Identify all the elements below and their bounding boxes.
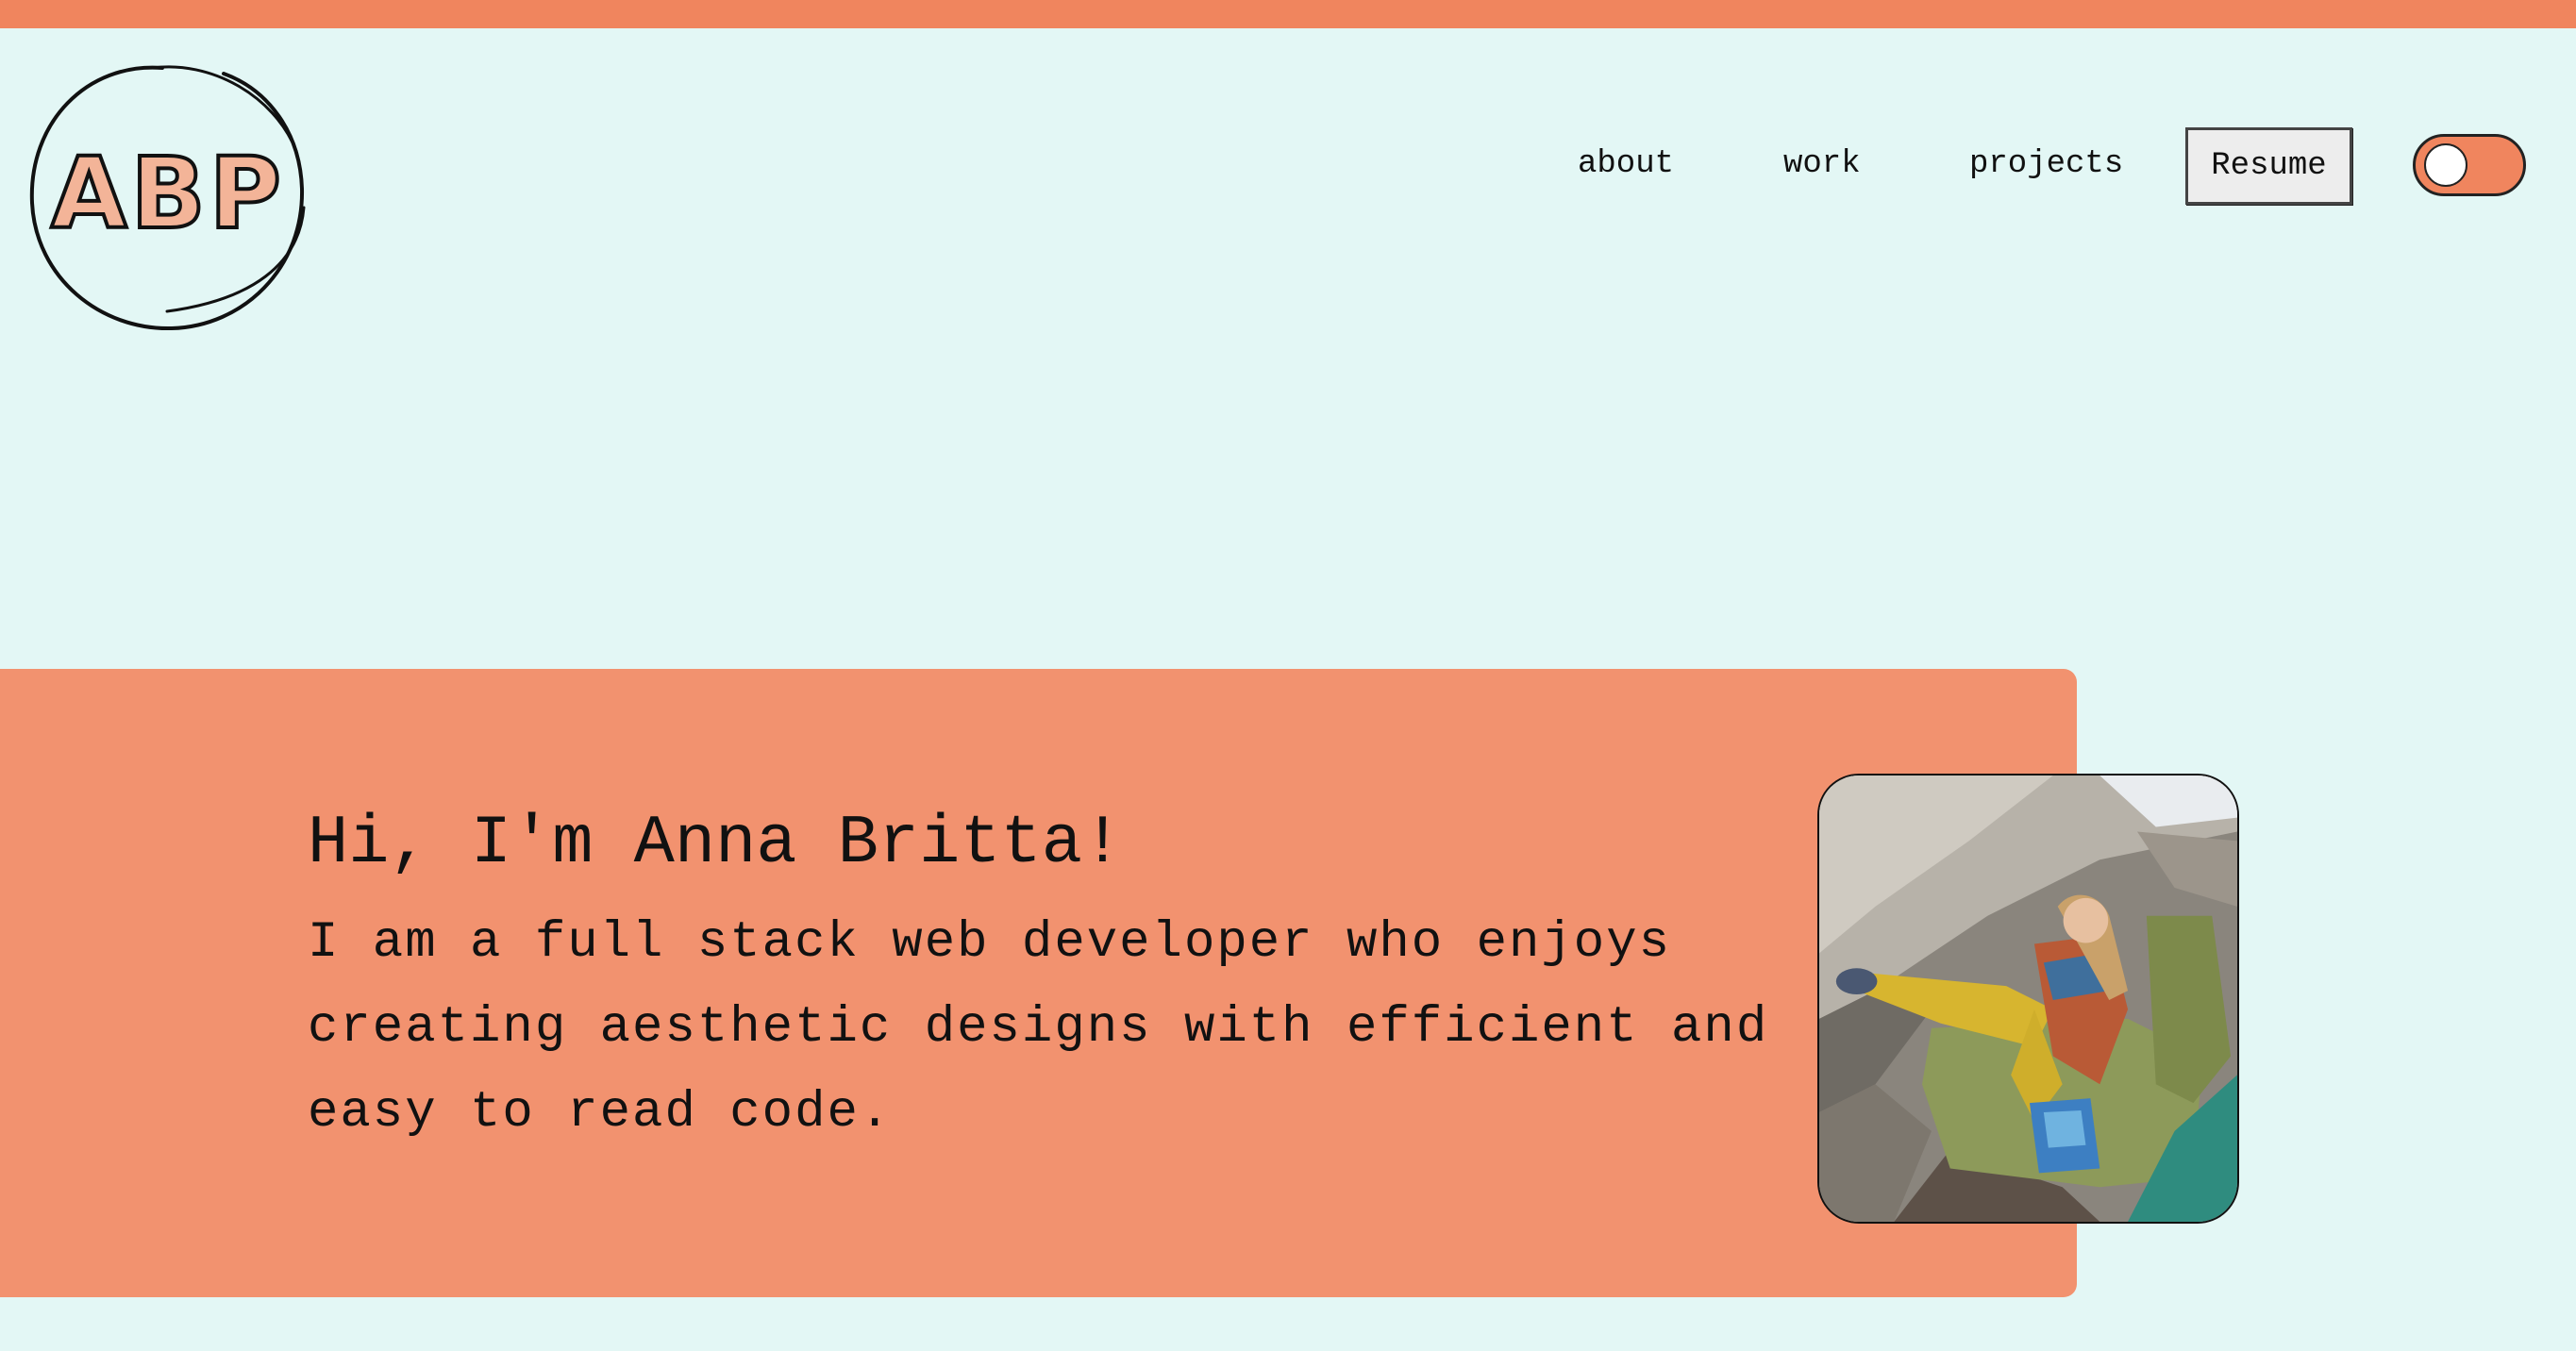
nav-link-projects[interactable]: projects	[1969, 146, 2123, 182]
toggle-knob	[2424, 143, 2467, 187]
hero-description: I am a full stack web developer who enjo…	[308, 914, 1769, 1142]
profile-photo	[1817, 774, 2239, 1224]
nav-link-about[interactable]: about	[1578, 146, 1674, 182]
resume-button[interactable]: Resume	[2185, 127, 2352, 205]
hero-title: Hi, I'm Anna Britta!	[308, 805, 1124, 882]
theme-toggle[interactable]	[2413, 134, 2526, 196]
logo-initials: ABP	[49, 134, 285, 253]
top-accent-bar	[0, 0, 2576, 28]
profile-photo-image	[1819, 776, 2237, 1222]
site-logo[interactable]: ABP	[21, 47, 313, 340]
nav-link-work[interactable]: work	[1783, 146, 1861, 182]
